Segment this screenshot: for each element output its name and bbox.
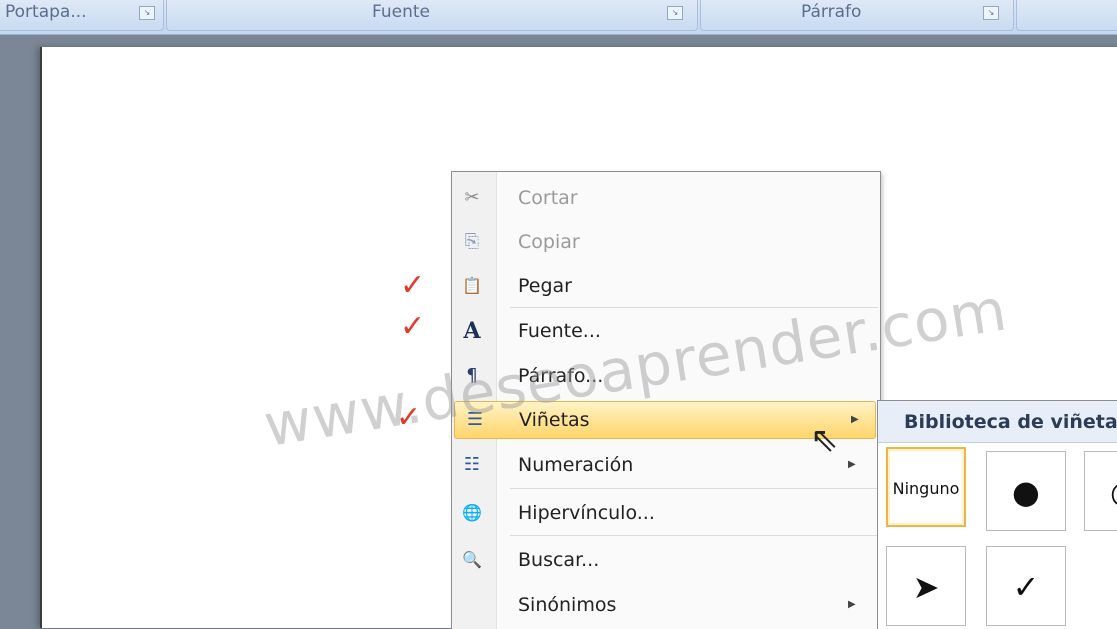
menu-separator: [510, 535, 878, 536]
annotation-check-icon: ✓: [400, 268, 426, 303]
copy-icon: ⎘: [464, 231, 480, 252]
menu-item-sinonimos[interactable]: Sinónimos ▶: [452, 587, 878, 623]
numbering-icon: ☷: [463, 454, 481, 475]
menu-item-label: Pegar: [518, 275, 572, 297]
menu-item-label: Cortar: [518, 187, 578, 209]
dialog-launcher-icon[interactable]: ↘: [667, 6, 683, 20]
bullet-library-title: Biblioteca de viñetas: [878, 401, 1117, 443]
mouse-cursor-icon: ⇖: [810, 420, 839, 460]
menu-item-pegar[interactable]: 📋 Pegar: [452, 268, 878, 304]
menu-item-label: Numeración: [518, 454, 634, 476]
submenu-arrow-icon: ▶: [851, 414, 859, 425]
ribbon-group-label: Portapa...: [5, 2, 87, 22]
scissors-icon: ✂: [464, 187, 480, 208]
bullet-option-none[interactable]: Ninguno: [886, 447, 966, 527]
hyperlink-icon: 🌐: [462, 503, 482, 522]
submenu-arrow-icon: ▶: [848, 599, 856, 610]
bullet-option-hollow-circle[interactable]: ○: [1084, 451, 1117, 531]
ribbon-group-styles: [1016, 0, 1117, 31]
paste-icon: 📋: [462, 276, 482, 295]
menu-item-label: Hipervínculo...: [518, 502, 655, 524]
bullet-option-arrowhead[interactable]: ➤: [886, 546, 966, 626]
bullet-option-filled-circle[interactable]: ●: [986, 451, 1066, 531]
menu-separator: [510, 488, 878, 489]
menu-item-hipervinculo[interactable]: 🌐 Hipervínculo...: [452, 495, 878, 531]
font-icon: A: [463, 318, 481, 344]
ribbon-group-bar: Portapa... ↘ Fuente ↘ Párrafo ↘: [0, 0, 1117, 35]
menu-item-label: Sinónimos: [518, 594, 617, 616]
dialog-launcher-icon[interactable]: ↘: [139, 6, 155, 20]
bullet-library-submenu: Biblioteca de viñetas Ninguno ● ○ ➤ ✓: [877, 400, 1117, 629]
ribbon-group-font: Fuente ↘: [166, 0, 698, 31]
menu-item-cortar[interactable]: ✂ Cortar: [452, 180, 878, 216]
menu-item-copiar[interactable]: ⎘ Copiar: [452, 224, 878, 260]
ribbon-group-label: Fuente: [372, 2, 430, 22]
menu-item-label: Buscar...: [518, 549, 600, 571]
ribbon-group-label: Párrafo: [801, 2, 862, 22]
ribbon-group-paragraph: Párrafo ↘: [700, 0, 1014, 31]
menu-item-buscar[interactable]: 🔍 Buscar...: [452, 542, 878, 578]
menu-item-label: Copiar: [518, 231, 580, 253]
dialog-launcher-icon[interactable]: ↘: [983, 6, 999, 20]
submenu-arrow-icon: ▶: [848, 459, 856, 470]
search-icon: 🔍: [462, 550, 482, 569]
bullet-option-checkmark[interactable]: ✓: [986, 546, 1066, 626]
annotation-check-icon: ✓: [400, 309, 426, 344]
ribbon-group-clipboard: Portapa... ↘: [0, 0, 164, 31]
